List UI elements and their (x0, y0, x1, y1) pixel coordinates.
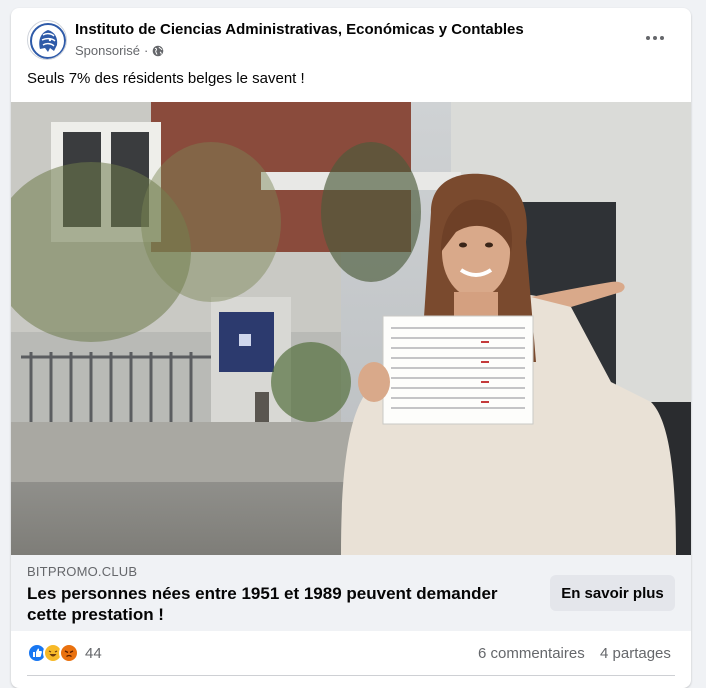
link-domain: BITPROMO.CLUB (27, 564, 138, 579)
reactions-summary[interactable]: 44 (27, 643, 102, 663)
reactions-count: 44 (85, 644, 102, 662)
page-avatar[interactable] (27, 20, 67, 60)
more-options-button[interactable] (639, 26, 671, 50)
link-headline[interactable]: Les personnes nées entre 1951 et 1989 pe… (27, 583, 527, 625)
sponsored-text[interactable]: Sponsorisé (75, 43, 140, 58)
link-preview-bar[interactable]: BITPROMO.CLUB Les personnes nées entre 1… (11, 555, 691, 631)
page-name-link[interactable]: Instituto de Ciencias Administrativas, E… (75, 21, 524, 38)
shares-link[interactable]: 4 partages (600, 645, 671, 662)
lion-logo-icon (29, 22, 66, 59)
ad-photo-illustration (11, 102, 691, 555)
separator-dot: · (144, 43, 149, 58)
footer-divider (27, 675, 675, 676)
post-header: Instituto de Ciencias Administrativas, E… (11, 8, 691, 68)
dot-icon (646, 36, 650, 40)
sponsored-post-card: Instituto de Ciencias Administrativas, E… (11, 8, 691, 688)
angry-icon (59, 643, 79, 663)
globe-icon (153, 45, 164, 56)
learn-more-button[interactable]: En savoir plus (550, 575, 675, 611)
post-text: Seuls 7% des résidents belges le savent … (27, 70, 305, 87)
comments-link[interactable]: 6 commentaires (478, 645, 585, 662)
sponsored-label: Sponsorisé · (75, 43, 164, 58)
dot-icon (653, 36, 657, 40)
dot-icon (660, 36, 664, 40)
engagement-bar: 44 6 commentaires 4 partages (11, 631, 691, 677)
ad-image[interactable] (11, 102, 691, 555)
